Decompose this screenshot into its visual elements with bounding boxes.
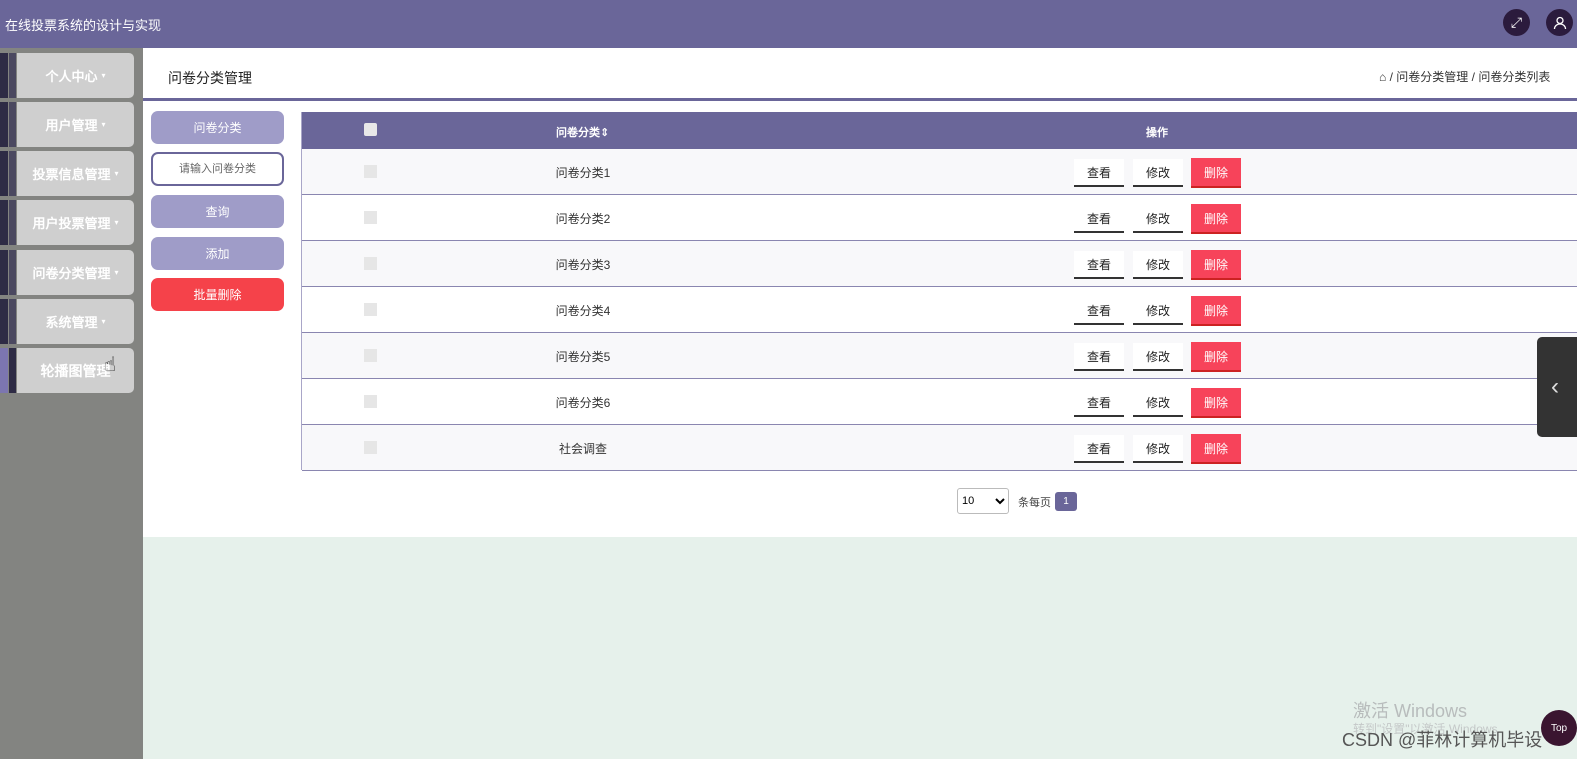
delete-button[interactable]: 删除 — [1191, 158, 1241, 188]
category-name: 问卷分类4 — [555, 304, 611, 318]
view-button[interactable]: 查看 — [1074, 435, 1124, 463]
edit-button[interactable]: 修改 — [1133, 297, 1183, 325]
category-name: 社会调查 — [558, 442, 607, 456]
row-checkbox[interactable] — [364, 257, 377, 270]
filter-label: 问卷分类 — [151, 111, 284, 144]
sidebar-item-label: 问卷分类管理 — [32, 266, 111, 281]
sidebar-item-label: 轮播图管理 — [40, 362, 111, 379]
edit-button[interactable]: 修改 — [1133, 159, 1183, 187]
row-checkbox[interactable] — [364, 303, 377, 316]
user-icon[interactable] — [1546, 9, 1573, 36]
category-name: 问卷分类1 — [555, 166, 611, 180]
sidebar-item-label: 用户投票管理 — [32, 216, 111, 231]
row-checkbox[interactable] — [364, 349, 377, 362]
table-row: 问卷分类5 查看 修改 删除 — [302, 333, 1577, 379]
edit-button[interactable]: 修改 — [1133, 389, 1183, 417]
header-divider — [143, 98, 1577, 101]
row-checkbox[interactable] — [364, 211, 377, 224]
table-row: 问卷分类6 查看 修改 删除 — [302, 379, 1577, 425]
edit-button[interactable]: 修改 — [1133, 205, 1183, 233]
table-header: 问卷分类⇕ 操作 — [302, 112, 1577, 149]
hand-cursor-icon: ☝ — [104, 354, 117, 376]
column-header-actions: 操作 — [1146, 127, 1168, 139]
category-name: 问卷分类2 — [555, 212, 611, 226]
sidebar-item-user-vote-management[interactable]: 用户投票管理 ▾ — [0, 200, 134, 245]
breadcrumb-item: 问卷分类列表 — [1478, 70, 1551, 84]
sidebar-item-vote-info-management[interactable]: 投票信息管理 ▾ — [0, 151, 134, 196]
table-row: 问卷分类2 查看 修改 删除 — [302, 195, 1577, 241]
sidebar-item-label: 系统管理 — [45, 315, 98, 330]
collapse-panel-tab[interactable]: ‹ — [1537, 337, 1577, 437]
per-page-label: 条每页 — [1018, 497, 1051, 509]
breadcrumb-item[interactable]: 问卷分类管理 — [1396, 70, 1468, 84]
table-row: 问卷分类1 查看 修改 删除 — [302, 149, 1577, 195]
view-button[interactable]: 查看 — [1074, 389, 1124, 417]
category-name: 问卷分类3 — [555, 258, 611, 272]
column-header-name[interactable]: 问卷分类⇕ — [556, 124, 609, 140]
app-title: 在线投票系统的设计与实现 — [5, 18, 162, 33]
breadcrumb-separator: / — [1471, 70, 1475, 84]
table-row: 问卷分类4 查看 修改 删除 — [302, 287, 1577, 333]
page-size-select[interactable]: 10 — [957, 488, 1009, 514]
delete-button[interactable]: 删除 — [1191, 296, 1241, 326]
delete-button[interactable]: 删除 — [1191, 388, 1241, 418]
delete-button[interactable]: 删除 — [1191, 434, 1241, 464]
breadcrumb-separator: / — [1389, 70, 1393, 84]
back-to-top-button[interactable]: Top — [1541, 710, 1577, 746]
table-row: 社会调查 查看 修改 删除 — [302, 425, 1577, 471]
caret-down-icon: ▾ — [101, 317, 106, 326]
batch-delete-button[interactable]: 批量删除 — [151, 278, 284, 311]
select-all-checkbox[interactable] — [364, 123, 377, 136]
view-button[interactable]: 查看 — [1074, 251, 1124, 279]
category-name: 问卷分类6 — [555, 396, 611, 410]
caret-down-icon: ▾ — [114, 169, 119, 178]
fullscreen-icon[interactable]: ⤢ — [1503, 9, 1530, 36]
sort-icon[interactable]: ⇕ — [600, 127, 609, 139]
view-button[interactable]: 查看 — [1074, 159, 1124, 187]
row-checkbox[interactable] — [364, 165, 377, 178]
delete-button[interactable]: 删除 — [1191, 250, 1241, 280]
delete-button[interactable]: 删除 — [1191, 204, 1241, 234]
table-row: 问卷分类3 查看 修改 删除 — [302, 241, 1577, 287]
caret-down-icon: ▾ — [114, 218, 119, 227]
csdn-watermark: CSDN @菲林计算机毕设 — [1342, 730, 1543, 750]
edit-button[interactable]: 修改 — [1133, 435, 1183, 463]
category-name: 问卷分类5 — [555, 350, 611, 364]
sidebar-item-label: 个人中心 — [45, 69, 98, 84]
edit-button[interactable]: 修改 — [1133, 343, 1183, 371]
row-checkbox[interactable] — [364, 441, 377, 454]
caret-down-icon: ▾ — [114, 268, 119, 277]
category-table: 问卷分类⇕ 操作 问卷分类1 查看 修改 删除 问卷分类2 查看 修改 删除 问… — [301, 112, 1577, 471]
view-button[interactable]: 查看 — [1074, 297, 1124, 325]
sidebar-item-label: 用户管理 — [45, 118, 98, 133]
page-number-button[interactable]: 1 — [1055, 492, 1077, 511]
column-header-label: 问卷分类 — [556, 127, 600, 139]
page-title: 问卷分类管理 — [168, 70, 252, 86]
breadcrumb: ⌂ / 问卷分类管理 / 问卷分类列表 — [1379, 68, 1550, 85]
row-checkbox[interactable] — [364, 395, 377, 408]
view-button[interactable]: 查看 — [1074, 343, 1124, 371]
category-search-input[interactable] — [151, 152, 284, 186]
top-bar: 在线投票系统的设计与实现 ⤢ — [0, 0, 1577, 48]
edit-button[interactable]: 修改 — [1133, 251, 1183, 279]
sidebar-item-label: 投票信息管理 — [32, 167, 111, 182]
sidebar-item-questionnaire-category-management[interactable]: 问卷分类管理 ▾ — [0, 250, 134, 295]
sidebar-item-system-management[interactable]: 系统管理 ▾ — [0, 299, 134, 344]
delete-button[interactable]: 删除 — [1191, 342, 1241, 372]
sidebar-item-user-management[interactable]: 用户管理 ▾ — [0, 102, 134, 147]
home-icon[interactable]: ⌂ — [1379, 70, 1386, 84]
query-button[interactable]: 查询 — [151, 195, 284, 228]
caret-down-icon: ▾ — [101, 120, 106, 129]
caret-down-icon: ▾ — [101, 71, 106, 80]
view-button[interactable]: 查看 — [1074, 205, 1124, 233]
chevron-left-icon: ‹ — [1551, 373, 1559, 400]
add-button[interactable]: 添加 — [151, 237, 284, 270]
sidebar-item-personal-center[interactable]: 个人中心 ▾ — [0, 53, 134, 98]
